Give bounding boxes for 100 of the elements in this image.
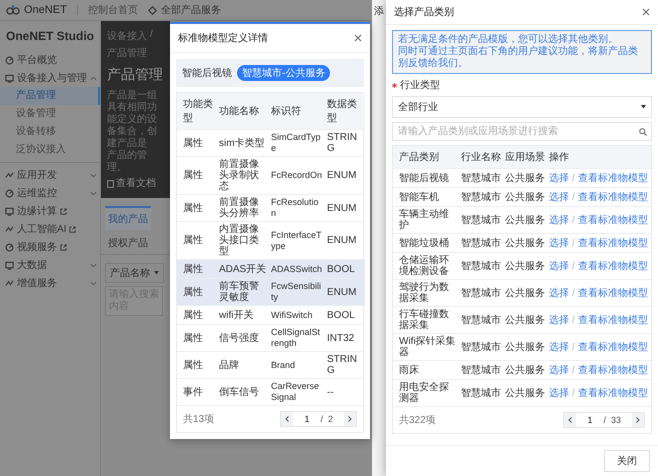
table-cell: FcwSensibility [269,278,325,306]
view-model-link[interactable]: 查看标准物模型 [578,192,648,202]
tab[interactable]: 我的产品 [105,206,151,230]
table-cell: 品牌 [217,352,269,378]
view-model-link[interactable]: 查看标准物模型 [578,388,648,398]
sidebar-item[interactable]: 平台概览 [0,51,100,69]
view-model-link[interactable]: 查看标准物模型 [578,260,648,272]
external-link-icon [69,226,76,232]
table-cell: 智能垃圾桶 [393,234,459,252]
select-link[interactable]: 选择 [549,238,569,248]
page-count: 2 [328,414,334,424]
select-link[interactable]: 选择 [549,314,569,326]
table-cell: 用电安全探测器 [393,380,459,406]
view-model-link[interactable]: 查看标准物模型 [578,342,648,352]
table-cell: 智慧城市 [459,188,503,206]
select-link[interactable]: 选择 [549,288,569,298]
sidebar-item[interactable]: 运维监控 [0,184,100,202]
table-cell: 属性 [177,306,217,324]
console-home-link[interactable]: 控制台首页 [88,3,138,17]
field-select[interactable]: 产品名称 [105,263,164,283]
select-link[interactable]: 选择 [549,342,569,352]
sidebar-item[interactable]: 视频服务 [0,238,100,256]
close-button[interactable]: 关闭 [604,450,650,472]
page-input[interactable]: 1 [581,415,598,425]
table-cell: sim卡类型 [217,130,269,156]
drawer-title: 添 [374,6,384,17]
close-button[interactable] [354,34,362,42]
view-model-link[interactable]: 查看标准物模型 [578,172,648,184]
column-header: 数据类型 [325,93,365,130]
view-model-link[interactable]: 查看标准物模型 [578,364,648,376]
docs-link[interactable]: 查看文档 [107,178,156,190]
table-cell: 公共服务 [503,334,547,360]
action-separator: / [572,288,575,298]
table-cell: 公共服务 [503,188,547,206]
view-model-link[interactable]: 查看标准物模型 [578,238,648,248]
previous-page-button[interactable] [564,413,576,427]
sidebar-subitem[interactable]: 产品管理 [0,87,100,105]
sidebar-item[interactable]: 设备接入与管理 [0,69,100,87]
table-cell: SimCardType [269,130,325,156]
sidebar-subitem[interactable]: 设备转移 [0,123,100,141]
chevron-icon [90,280,97,286]
table-cell: 属性 [177,352,217,378]
table-cell: 属性 [177,156,217,194]
select-link[interactable]: 选择 [549,172,569,184]
next-page-button[interactable] [344,412,356,426]
tab[interactable]: 授权产品 [105,230,151,254]
page-separator: / [603,415,606,425]
table-cell: ADASSwitch [269,260,325,278]
page-input[interactable]: 1 [298,414,316,424]
services-menu[interactable]: 全部产品服务 [148,3,221,17]
select-link[interactable]: 选择 [549,388,569,398]
breadcrumb-link[interactable]: 设备接入 [107,29,147,43]
notice-text: 若无满足条件的产品模版，您可以选择其他类别。 [398,34,619,46]
select-link[interactable]: 选择 [549,260,569,272]
table-cell: INT32 [325,324,365,352]
sidebar-item[interactable]: 人工智能AI [0,220,100,238]
column-header: 功能类型 [177,93,217,130]
sidebar-item[interactable]: 大数据 [0,256,100,274]
table-cell: 智慧城市 [459,360,503,380]
select-link[interactable]: 选择 [549,214,569,226]
sidebar-subitem[interactable]: 设备管理 [0,105,100,123]
sidebar-item[interactable]: 边缘计算 [0,202,100,220]
action-separator: / [572,342,575,352]
close-button[interactable] [642,8,650,16]
view-model-link[interactable]: 查看标准物模型 [578,214,648,226]
search-field[interactable]: 请输入产品类别或应用场景进行搜索 [392,122,652,141]
table-cell: FcRecordOn [269,156,325,194]
sidebar-item[interactable]: 增值服务 [0,274,100,292]
table-cell: 事件 [177,378,217,405]
industry-select[interactable]: 全部行业 [392,96,652,118]
sidebar-item[interactable]: 应用开发 [0,166,100,184]
table-cell: 仓储运输环境检测设备 [393,252,459,280]
breadcrumb-current: 产品管理 [107,46,147,60]
sidebar-subitem[interactable]: 泛协议接入 [0,141,100,159]
table-cell: CarReverseSignal [269,378,325,405]
view-model-link[interactable]: 查看标准物模型 [578,288,648,298]
product-name: 智能后视镜 [182,66,232,80]
view-model-link[interactable]: 查看标准物模型 [578,314,648,326]
table-cell: wifi开关 [217,306,269,324]
action-separator: / [572,314,575,326]
action-separator: / [572,214,575,226]
select-link[interactable]: 选择 [549,192,569,202]
select-link[interactable]: 选择 [549,364,569,376]
previous-page-button[interactable] [281,412,294,426]
dialog-title: 标准物模型定义详情 [178,32,268,45]
table-cell: 公共服务 [503,280,547,306]
table-cell: STRING [325,130,365,156]
column-header: 操作 [547,146,651,168]
table-cell: ENUM [325,194,365,222]
column-header: 功能名称 [217,93,269,130]
table-cell: 雨床 [393,360,459,380]
page-description: 产品是一组具有相同功能定义的设备集合，创建产品是 [107,90,158,150]
drawer-title: 选择产品类别 [394,6,454,19]
logo-text[interactable]: OneNET [24,4,67,16]
next-page-button[interactable] [632,413,644,427]
action-separator: / [572,172,575,184]
table-cell: 公共服务 [503,206,547,234]
table-cell: ENUM [325,278,365,306]
table-cell: 前置摄像头录制状态 [217,156,269,194]
total-count: 共322项 [399,414,436,427]
